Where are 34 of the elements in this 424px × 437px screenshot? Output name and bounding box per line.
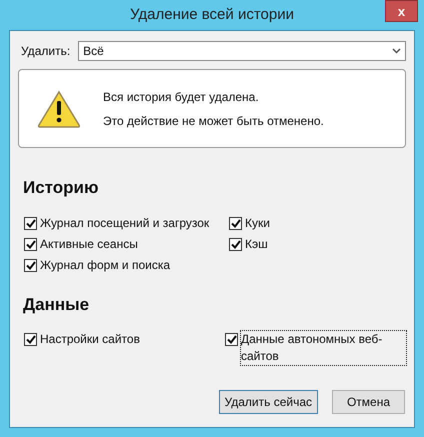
checkmark-icon bbox=[26, 335, 36, 344]
section-heading: Историю bbox=[23, 177, 100, 199]
checkbox-label: Настройки сайтов bbox=[40, 331, 140, 348]
checkbox[interactable] bbox=[24, 258, 37, 272]
checkmark-icon bbox=[230, 218, 240, 228]
range-value: Всё bbox=[83, 43, 104, 60]
warning-text: Вся история будет удалена. bbox=[103, 88, 260, 106]
checkbox-label: Куки bbox=[245, 214, 270, 232]
checkbox[interactable] bbox=[229, 216, 242, 230]
checkbox[interactable] bbox=[24, 238, 37, 250]
checkbox-label: Кэш bbox=[245, 236, 268, 252]
warning-icon bbox=[37, 90, 81, 128]
checkmark-icon bbox=[226, 335, 236, 344]
dialog-button[interactable]: Отмена bbox=[332, 390, 405, 414]
checkbox-label: Активные сеансы bbox=[40, 236, 138, 252]
window-title: Удаление всей истории bbox=[130, 4, 294, 25]
range-dropdown[interactable]: Всё bbox=[78, 41, 406, 61]
checkbox[interactable] bbox=[229, 238, 242, 250]
checkbox[interactable] bbox=[24, 333, 37, 346]
checkmark-icon bbox=[26, 218, 36, 228]
range-label: Удалить: bbox=[21, 43, 70, 60]
chevron-down-icon bbox=[392, 48, 401, 54]
checkmark-icon bbox=[230, 240, 240, 248]
checkmark-icon bbox=[26, 260, 36, 270]
dialog-button[interactable]: Удалить сейчас bbox=[218, 390, 318, 414]
section-heading: Данные bbox=[23, 294, 90, 316]
checkbox-label: Журнал форм и поиска bbox=[40, 256, 170, 274]
checkbox[interactable] bbox=[225, 333, 238, 346]
checkbox-label: Журнал посещений и загрузок bbox=[40, 214, 210, 232]
checkbox[interactable] bbox=[24, 216, 37, 230]
checkbox-label: Данные автономных веб-сайтов bbox=[241, 331, 406, 365]
warning-text: Это действие не может быть отменено. bbox=[103, 112, 324, 130]
checkmark-icon bbox=[26, 240, 36, 248]
close-button[interactable]: x bbox=[385, 0, 418, 22]
